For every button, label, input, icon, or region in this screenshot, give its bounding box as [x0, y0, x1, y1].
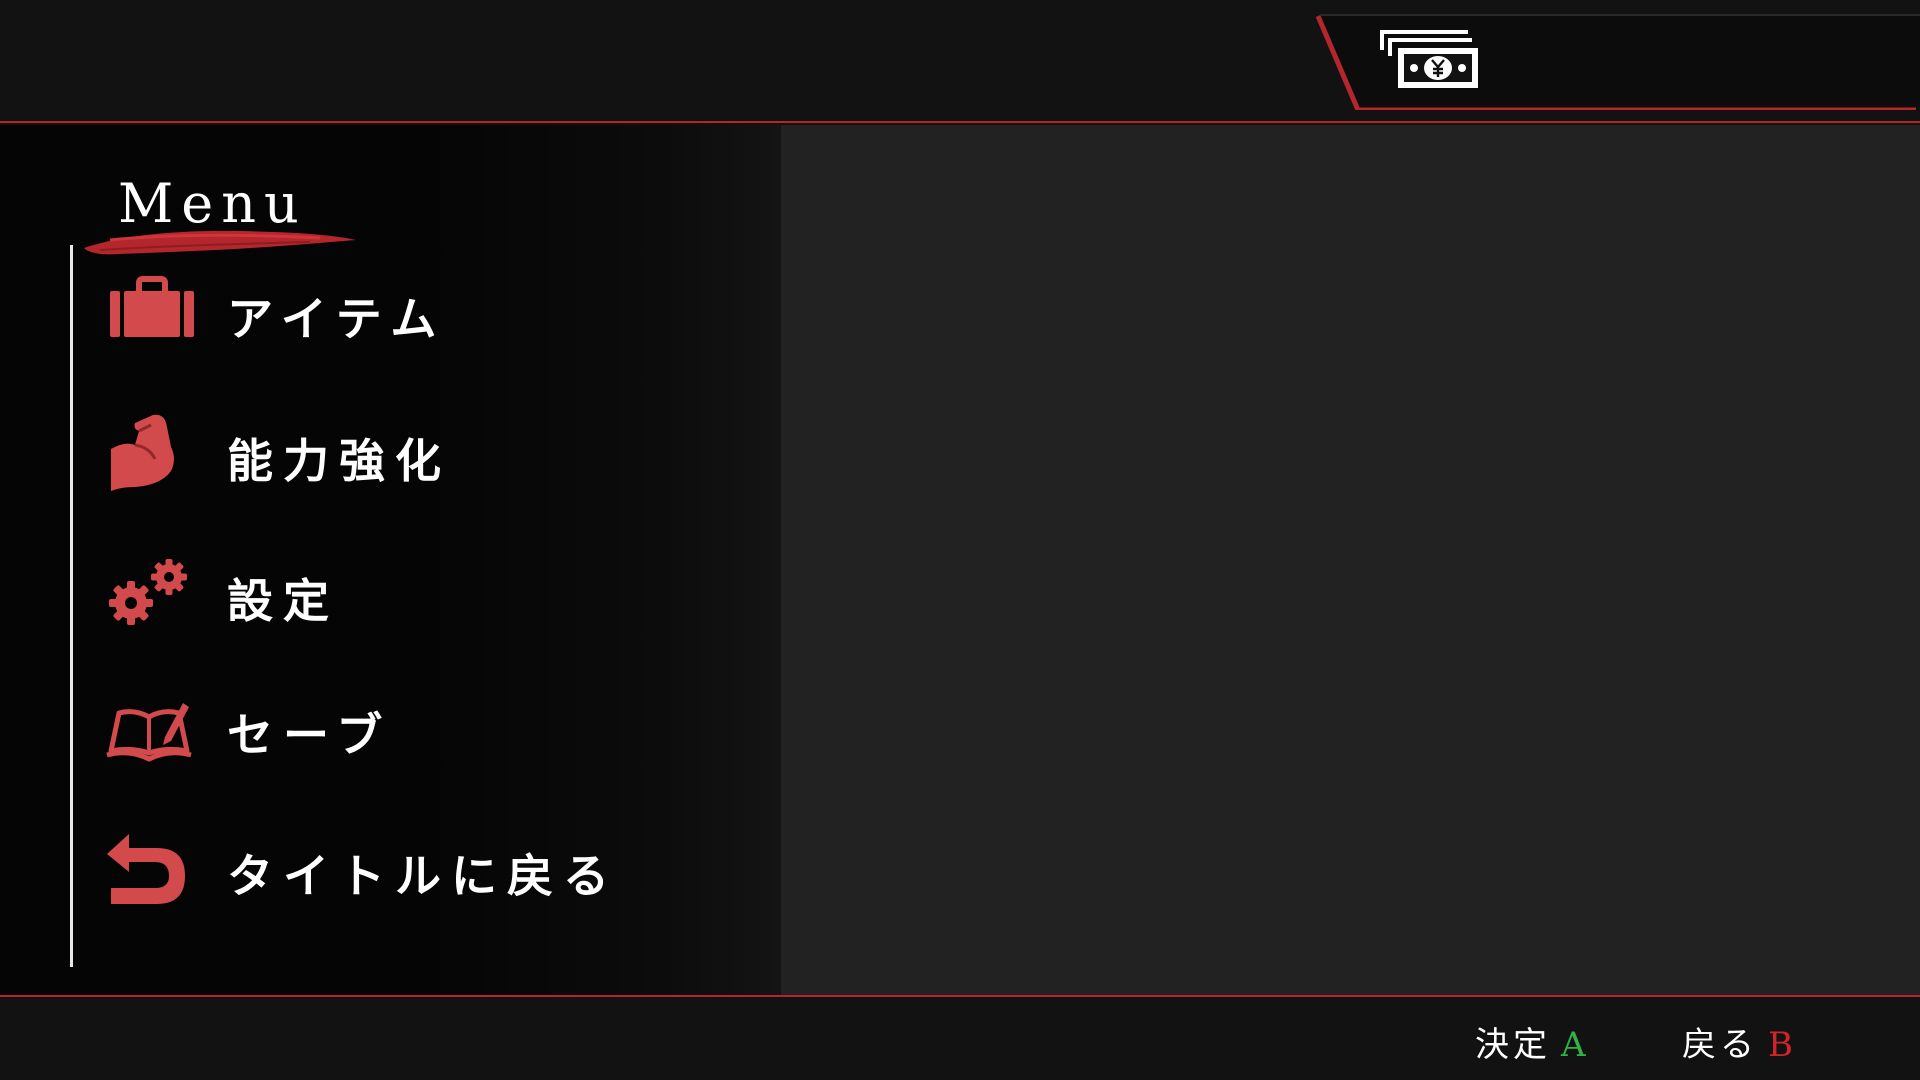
yen-banknote-icon	[1380, 30, 1480, 90]
a-button-key: A	[1561, 1025, 1590, 1065]
return-arrow-icon	[105, 822, 195, 912]
menu-header: Menu	[80, 150, 360, 260]
gears-icon	[105, 547, 195, 637]
menu-item-save[interactable]: セーブ	[105, 681, 665, 771]
menu-item-label: アイテム	[227, 292, 447, 346]
game-menu-screen: Menu アイテム 能力強化 設定 セーブ タイトルに戻る 決定 A 戻る B	[0, 0, 1920, 1080]
menu-item-return-to-title[interactable]: タイトルに戻る	[105, 822, 665, 912]
book-pen-icon	[105, 681, 195, 771]
content-panel	[781, 125, 1920, 995]
flexed-arm-icon	[105, 407, 195, 497]
menu-panel: Menu アイテム 能力強化 設定 セーブ タイトルに戻る	[0, 125, 781, 995]
back-hint-label: 戻る	[1682, 1025, 1758, 1065]
menu-item-label: タイトルに戻る	[227, 849, 619, 903]
menu-vertical-line	[70, 245, 73, 967]
top-bar	[0, 0, 1920, 123]
money-panel	[1310, 14, 1920, 110]
bottom-bar: 決定 A 戻る B	[0, 995, 1920, 1080]
menu-item-label: 能力強化	[227, 434, 451, 488]
brush-stroke-underline	[84, 230, 356, 255]
menu-item-settings[interactable]: 設定	[105, 547, 665, 637]
menu-item-power-up[interactable]: 能力強化	[105, 407, 665, 497]
briefcase-icon	[105, 265, 195, 355]
confirm-hint[interactable]: 決定 A	[1475, 1017, 1590, 1066]
b-button-key: B	[1768, 1025, 1797, 1065]
menu-item-label: セーブ	[227, 708, 393, 762]
menu-item-label: 設定	[227, 574, 339, 628]
back-hint[interactable]: 戻る B	[1682, 1017, 1797, 1066]
confirm-hint-label: 決定	[1475, 1025, 1551, 1065]
menu-item-items[interactable]: アイテム	[105, 265, 665, 355]
